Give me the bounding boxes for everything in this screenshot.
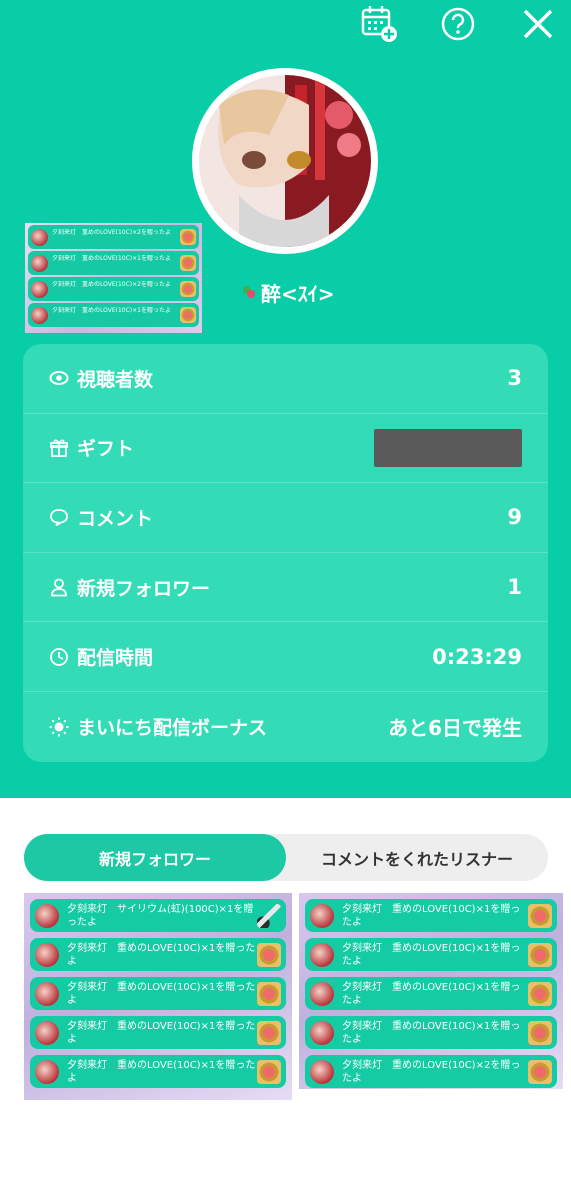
gift-log-item: 夕刻来灯 重めのLOVE(10C)×1を贈ったよ <box>305 899 557 932</box>
stat-comments: コメント 9 <box>23 483 548 553</box>
avatar <box>31 280 48 298</box>
person-icon <box>51 578 67 597</box>
help-icon[interactable] <box>436 2 480 46</box>
avatar <box>310 981 334 1006</box>
clock-icon <box>50 647 68 666</box>
gift-log-screenshot-left: 夕刻来灯 サイリウム(虹)(100C)×1を贈ったよ 夕刻来灯 重めのLOVE(… <box>24 893 292 1100</box>
stats-card: 視聴者数 3 ギフト コメント 9 新規フォロワー 1 配信時間 0:23:29… <box>23 344 548 762</box>
gift-icon <box>50 439 68 457</box>
gift-log-item: 夕刻来灯 重めのLOVE(10C)×1を贈ったよ <box>28 303 199 327</box>
stat-gift: ギフト <box>23 414 548 484</box>
gift-log-item: 夕刻来灯 重めのLOVE(10C)×2を贈ったよ <box>28 277 199 301</box>
live-result-panel: 夕刻来灯 重めのLOVE(10C)×2を贈ったよ 夕刻来灯 重めのLOVE(10… <box>0 0 571 798</box>
tab-new-followers[interactable]: 新規フォロワー <box>24 834 286 881</box>
stat-daily-bonus: まいにち配信ボーナス あと6日で発生 <box>23 692 548 762</box>
avatar <box>31 254 48 272</box>
username-text: 醉<ｽｲ> <box>261 281 335 306</box>
avatar <box>35 942 59 967</box>
gift-log-item: 夕刻来灯 重めのLOVE(10C)×1を贈ったよ <box>30 977 286 1010</box>
gift-icon <box>528 981 552 1006</box>
gift-icon <box>257 981 281 1006</box>
stat-label: コメント <box>77 507 154 530</box>
gift-icon <box>528 903 552 928</box>
stat-new-followers: 新規フォロワー 1 <box>23 553 548 623</box>
gift-log-item: 夕刻来灯 サイリウム(虹)(100C)×1を贈ったよ <box>30 899 286 932</box>
gift-log-item: 夕刻来灯 重めのLOVE(10C)×1を贈ったよ <box>30 1016 286 1049</box>
avatar <box>31 306 48 324</box>
sun-icon <box>49 717 69 737</box>
gift-icon <box>180 229 196 245</box>
gift-icon <box>180 307 196 323</box>
gift-log-item: 夕刻来灯 重めのLOVE(10C)×1を贈ったよ <box>305 938 557 971</box>
stat-value: 0:23:29 <box>432 644 522 669</box>
stat-viewers: 視聴者数 3 <box>23 344 548 414</box>
gift-log-item: 夕刻来灯 重めのLOVE(10C)×1を贈ったよ <box>305 1016 557 1049</box>
gift-log-item: 夕刻来灯 重めのLOVE(10C)×1を贈ったよ <box>30 1055 286 1088</box>
gift-log-item: 夕刻来灯 重めのLOVE(10C)×2を贈ったよ <box>28 225 199 249</box>
gift-icon <box>180 255 196 271</box>
stat-value: 3 <box>507 366 522 391</box>
gift-log-item: 夕刻来灯 重めのLOVE(10C)×1を贈ったよ <box>28 251 199 275</box>
stat-label: 視聴者数 <box>77 368 154 391</box>
stat-label: 新規フォロワー <box>77 577 211 600</box>
flower-icon <box>243 286 255 298</box>
avatar <box>31 228 48 246</box>
avatar <box>310 903 334 928</box>
avatar <box>192 68 378 254</box>
avatar <box>35 981 59 1006</box>
gift-log-item: 夕刻来灯 重めのLOVE(10C)×1を贈ったよ <box>305 977 557 1010</box>
stat-duration: 配信時間 0:23:29 <box>23 622 548 692</box>
gift-icon <box>257 1020 281 1045</box>
stat-value: 9 <box>507 505 522 530</box>
gift-icon <box>257 1059 281 1084</box>
gift-icon <box>257 942 281 967</box>
avatar <box>35 903 59 928</box>
gift-icon <box>528 942 552 967</box>
calendar-add-icon[interactable] <box>357 2 401 46</box>
gift-log-screenshot-right: 夕刻来灯 重めのLOVE(10C)×1を贈ったよ 夕刻来灯 重めのLOVE(10… <box>299 893 563 1089</box>
gift-icon <box>180 281 196 297</box>
avatar <box>35 1059 59 1084</box>
penlight-icon <box>257 903 281 928</box>
avatar <box>310 1059 334 1084</box>
avatar <box>310 1020 334 1045</box>
avatar <box>35 1020 59 1045</box>
gift-log-preview: 夕刻来灯 重めのLOVE(10C)×2を贈ったよ 夕刻来灯 重めのLOVE(10… <box>25 223 202 333</box>
stat-label: まいにち配信ボーナス <box>77 717 268 740</box>
close-icon[interactable] <box>516 2 560 46</box>
gift-log-item: 夕刻来灯 重めのLOVE(10C)×1を贈ったよ <box>30 938 286 971</box>
redacted-value <box>374 428 522 467</box>
tab-bar: 新規フォロワー コメントをくれたリスナー <box>24 834 548 881</box>
avatar <box>310 942 334 967</box>
stat-value: あと6日で発生 <box>388 716 522 741</box>
eye-icon <box>49 371 69 386</box>
username: 醉<ｽｲ> <box>241 278 335 306</box>
gift-icon <box>528 1020 552 1045</box>
stat-value: 1 <box>507 575 522 600</box>
stat-label: ギフト <box>77 438 135 461</box>
gift-log-item: 夕刻来灯 重めのLOVE(10C)×2を贈ったよ <box>305 1055 557 1088</box>
comment-icon <box>50 509 68 527</box>
tab-commenters[interactable]: コメントをくれたリスナー <box>286 834 548 881</box>
stat-label: 配信時間 <box>77 647 154 670</box>
gift-icon <box>528 1059 552 1084</box>
